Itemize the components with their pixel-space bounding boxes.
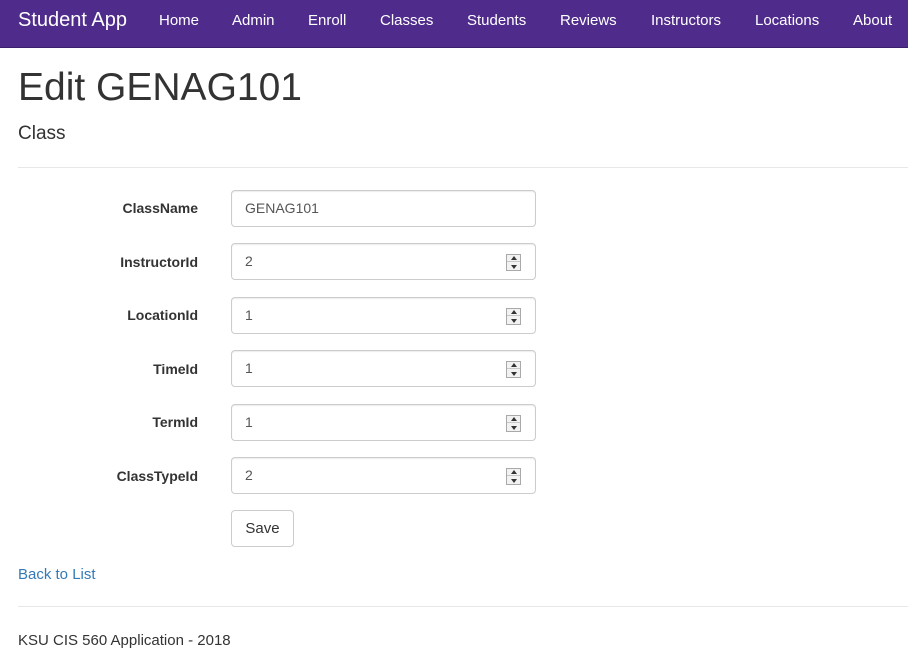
top-navbar: Student App Home Admin Enroll Classes St…: [0, 0, 908, 48]
spin-down-icon[interactable]: [507, 370, 520, 377]
termid-input[interactable]: 1: [231, 404, 536, 441]
spin-up-icon[interactable]: [507, 255, 520, 262]
classtypeid-label: ClassTypeId: [116, 468, 198, 484]
spin-down-icon[interactable]: [507, 424, 520, 431]
classtypeid-spinner[interactable]: [506, 468, 521, 485]
nav-link-students[interactable]: Students: [467, 12, 526, 29]
nav-link-reviews[interactable]: Reviews: [560, 12, 617, 29]
spin-down-icon[interactable]: [507, 263, 520, 270]
nav-link-classes[interactable]: Classes: [380, 12, 433, 29]
termid-value: 1: [245, 414, 253, 430]
nav-link-home[interactable]: Home: [159, 12, 199, 29]
termid-label: TermId: [152, 414, 198, 430]
termid-spinner[interactable]: [506, 415, 521, 432]
classname-label: ClassName: [122, 200, 199, 216]
locationid-spinner[interactable]: [506, 308, 521, 325]
timeid-spinner[interactable]: [506, 361, 521, 378]
instructorid-value: 2: [245, 253, 253, 269]
footer-divider: [18, 606, 908, 607]
locationid-value: 1: [245, 307, 253, 323]
nav-link-locations[interactable]: Locations: [755, 12, 819, 29]
nav-link-enroll[interactable]: Enroll: [308, 12, 346, 29]
instructorid-label: InstructorId: [120, 254, 198, 270]
spin-up-icon[interactable]: [507, 416, 520, 423]
classname-input[interactable]: GENAG101: [231, 190, 536, 227]
nav-link-instructors[interactable]: Instructors: [651, 12, 721, 29]
timeid-value: 1: [245, 360, 253, 376]
footer-text: KSU CIS 560 Application - 2018: [18, 632, 231, 649]
back-to-list-link[interactable]: Back to List: [18, 566, 96, 583]
timeid-label: TimeId: [153, 361, 198, 377]
instructorid-spinner[interactable]: [506, 254, 521, 271]
locationid-label: LocationId: [127, 307, 198, 323]
save-button[interactable]: Save: [231, 510, 294, 547]
instructorid-input[interactable]: 2: [231, 243, 536, 280]
classtypeid-value: 2: [245, 467, 253, 483]
nav-link-about[interactable]: About: [853, 12, 892, 29]
header-divider: [18, 167, 908, 168]
classname-value: GENAG101: [245, 200, 319, 216]
page-subtitle: Class: [18, 123, 66, 144]
timeid-input[interactable]: 1: [231, 350, 536, 387]
spin-down-icon[interactable]: [507, 477, 520, 484]
classtypeid-input[interactable]: 2: [231, 457, 536, 494]
locationid-input[interactable]: 1: [231, 297, 536, 334]
brand-link[interactable]: Student App: [18, 9, 127, 32]
spin-down-icon[interactable]: [507, 317, 520, 324]
spin-up-icon[interactable]: [507, 309, 520, 316]
nav-link-admin[interactable]: Admin: [232, 12, 275, 29]
spin-up-icon[interactable]: [507, 469, 520, 476]
page-title: Edit GENAG101: [18, 66, 302, 109]
spin-up-icon[interactable]: [507, 362, 520, 369]
